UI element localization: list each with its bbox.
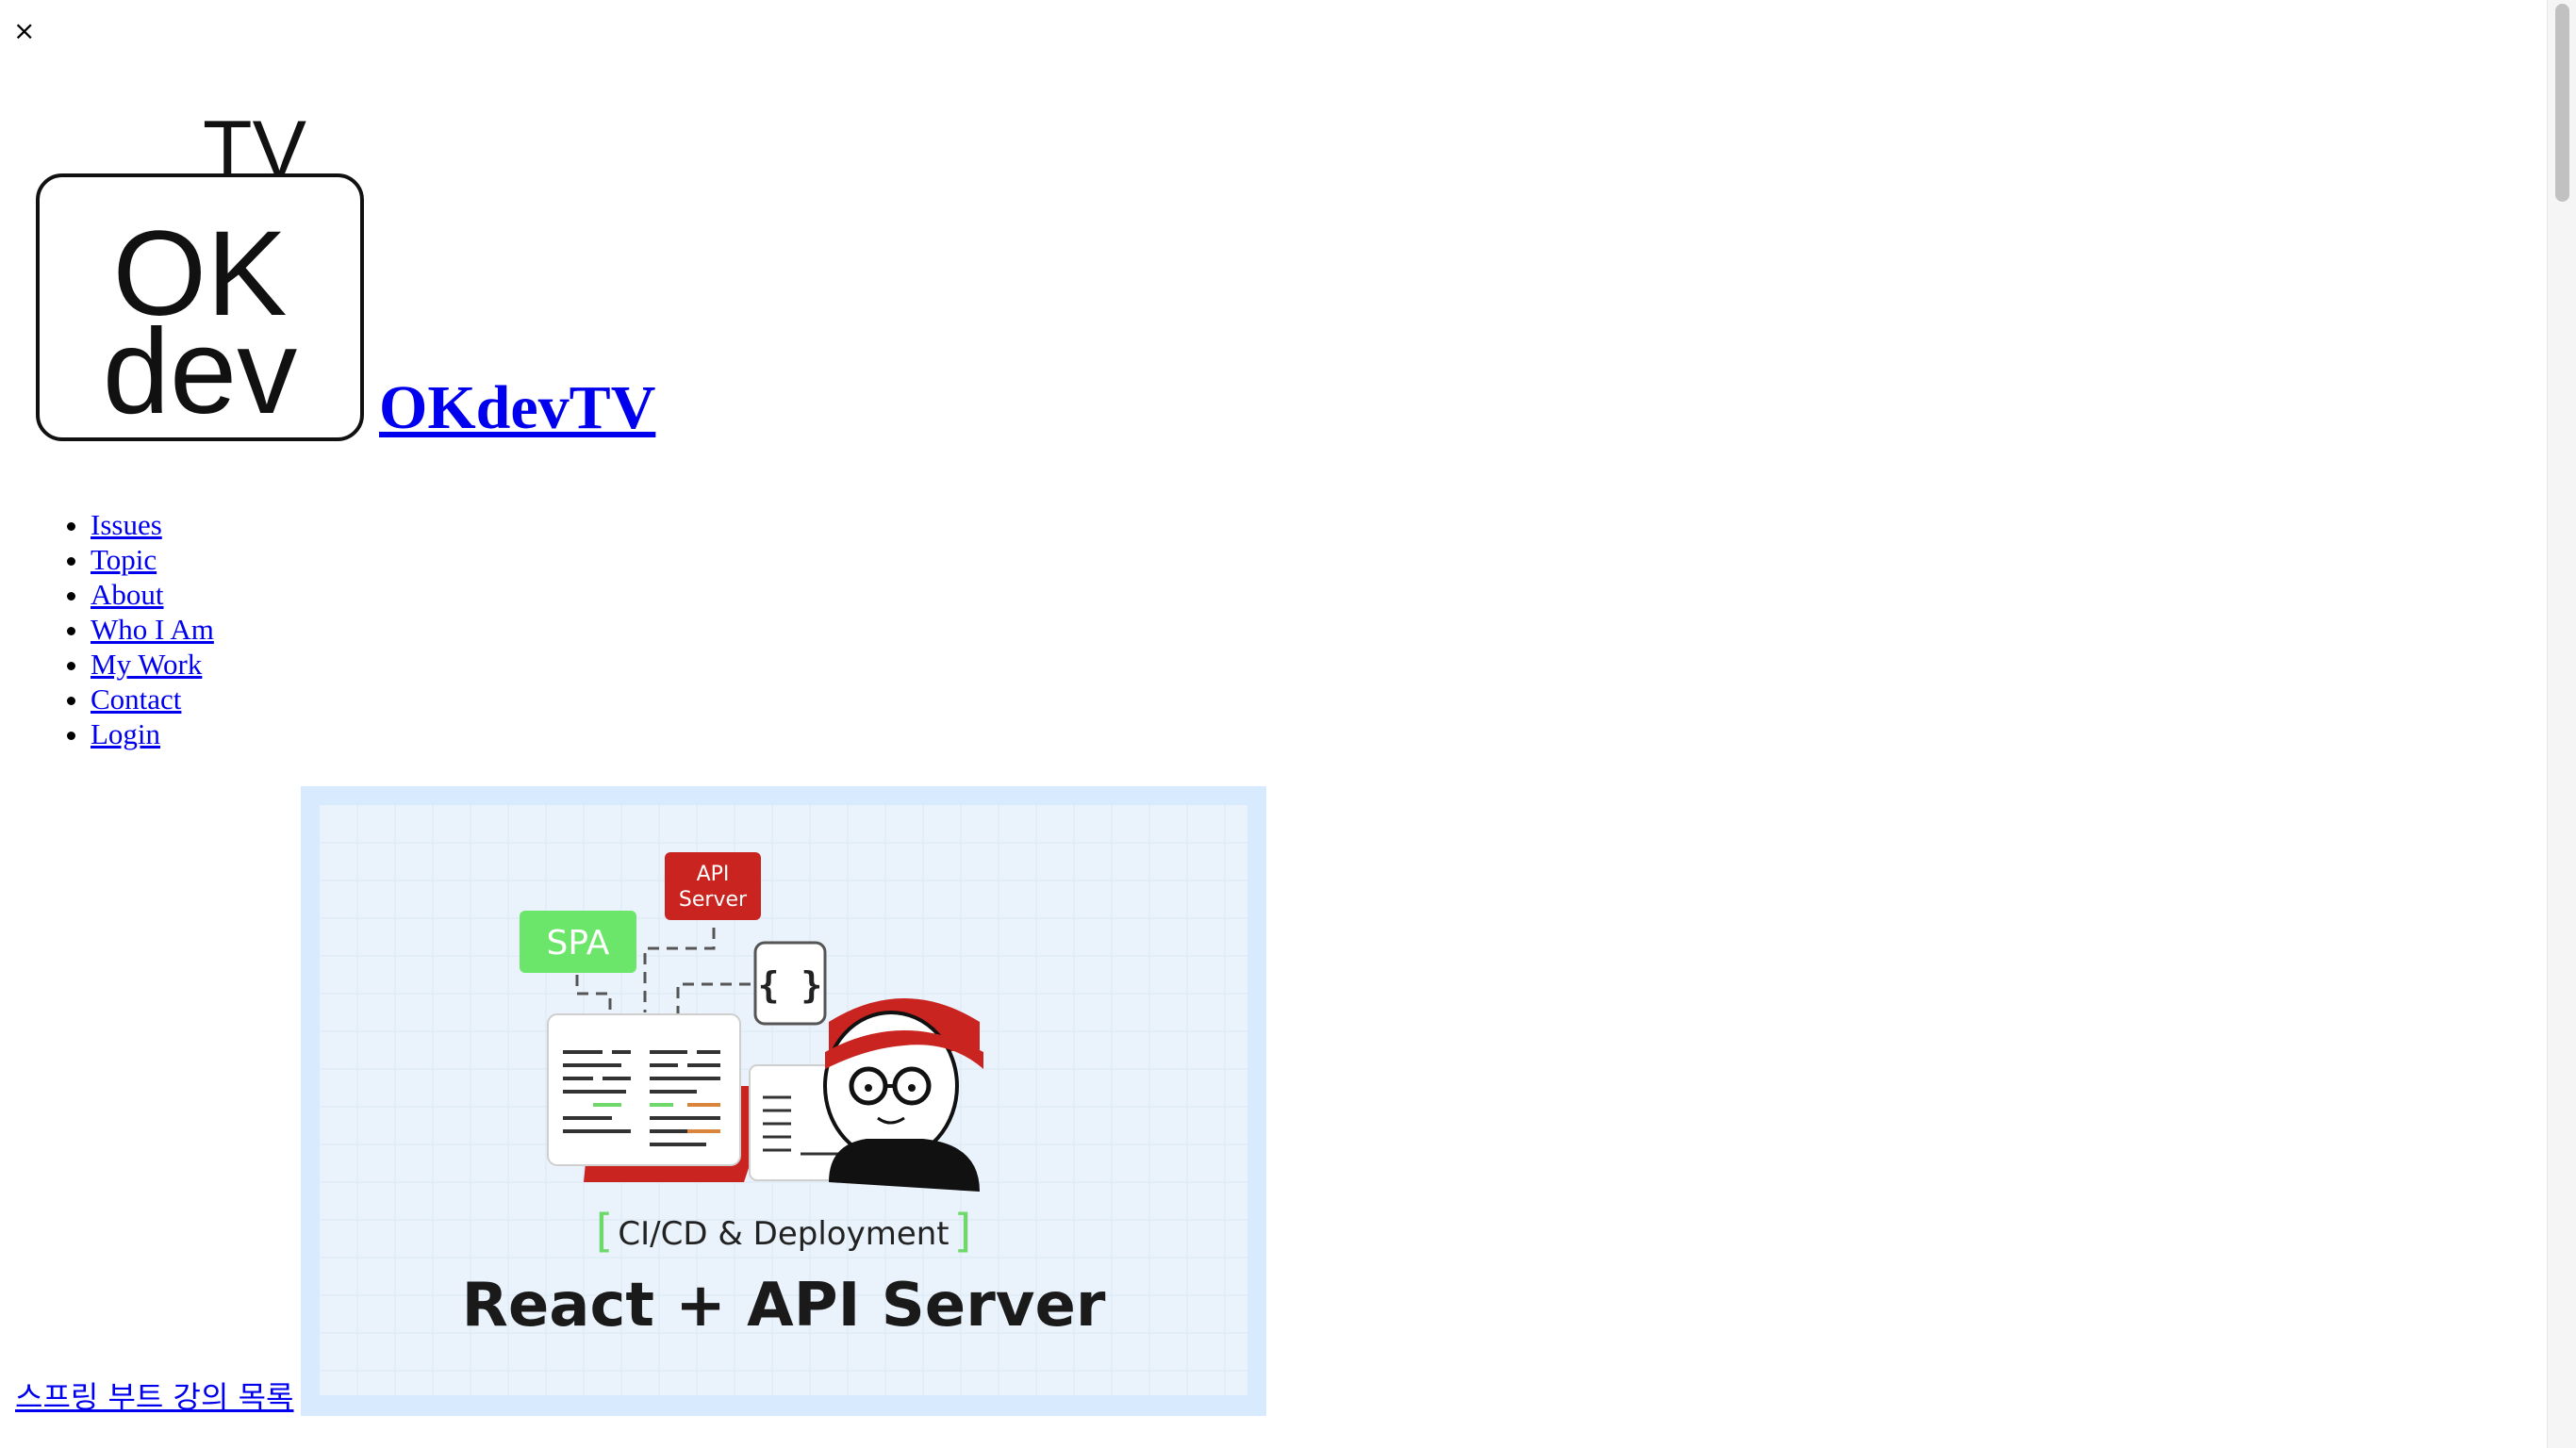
banner-headline: React + API Server [462, 1271, 1106, 1341]
nav-link-contact[interactable]: Contact [91, 683, 181, 716]
nav-item-login: Login [91, 716, 214, 751]
main-nav: Issues Topic About Who I Am My Work Cont… [0, 507, 214, 751]
nav-link-my-work[interactable]: My Work [91, 648, 202, 681]
logo-text-dev: dev [103, 304, 297, 439]
nav-link-about[interactable]: About [91, 578, 164, 611]
nav-link-who-i-am[interactable]: Who I Am [91, 613, 214, 646]
nav-link-topic[interactable]: Topic [91, 543, 157, 576]
svg-text:API: API [697, 863, 730, 886]
site-logo: TV OK dev [36, 106, 364, 441]
course-list-link-text: 스프링 부트 강의 목록 [15, 1379, 294, 1415]
nav-link-login[interactable]: Login [91, 717, 160, 750]
nav-item-topic: Topic [91, 542, 214, 577]
banner-subtitle: CI/CD & Deployment [619, 1215, 949, 1253]
close-button[interactable]: × [13, 15, 35, 47]
svg-text:[: [ [596, 1205, 614, 1258]
nav-item-who-i-am: Who I Am [91, 612, 214, 647]
nav-item-my-work: My Work [91, 647, 214, 682]
nav-item-contact: Contact [91, 682, 214, 716]
nav-item-issues: Issues [91, 507, 214, 542]
site-title: OKdevTV [379, 373, 656, 442]
vertical-scrollbar[interactable] [2547, 0, 2576, 1448]
svg-text:]: ] [954, 1205, 972, 1258]
scrollbar-thumb[interactable] [2555, 4, 2569, 202]
svg-text:{ }: { } [758, 964, 823, 1006]
logo-text-tv: TV [203, 106, 306, 195]
site-home-link[interactable]: TV OK dev OKdevTV [34, 106, 655, 443]
svg-text:Server: Server [679, 888, 748, 912]
spring-boot-course-link[interactable]: 스프링 부트 강의 목록 API Server SPA {} [CI/CD … [15, 786, 1267, 1416]
svg-text:SPA: SPA [547, 924, 610, 963]
nav-item-about: About [91, 577, 214, 612]
course-banner-image[interactable]: API Server SPA { } [CI/CD & Deployment … [301, 786, 1267, 1416]
nav-link-issues[interactable]: Issues [91, 508, 162, 541]
